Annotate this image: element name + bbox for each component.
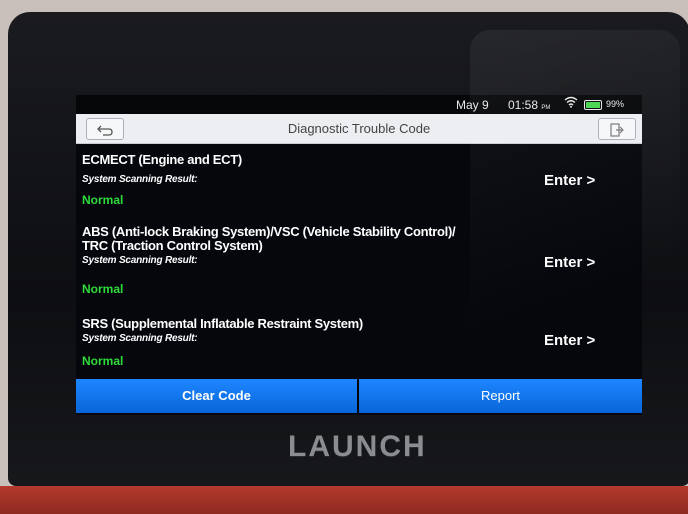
title-bar: Diagnostic Trouble Code [76,114,642,144]
launch-logo: LAUNCH [288,430,427,463]
enter-button[interactable]: Enter > [544,332,595,349]
exit-icon [610,121,624,137]
scan-result-label: System Scanning Result: [82,174,198,185]
back-button[interactable] [86,118,124,140]
page-title: Diagnostic Trouble Code [287,121,431,136]
status-clock: 01:58 [508,98,539,112]
battery-fill [586,102,600,108]
list-item[interactable]: ABS (Anti-lock Braking System)/VSC (Vehi… [76,213,642,297]
device-red-base [0,486,688,514]
report-button[interactable]: Report [359,379,642,413]
system-list: ECMECT (Engine and ECT) System Scanning … [76,143,642,378]
battery-icon [584,100,602,110]
exit-button[interactable] [598,118,636,140]
battery-percent: 99% [606,99,625,109]
scan-result-status: Normal [82,193,124,207]
scan-result-status: Normal [82,354,124,368]
system-name: SRS (Supplemental Inflatable Restraint S… [82,316,363,331]
system-name-line2: TRC (Traction Control System) [82,238,263,253]
list-item[interactable]: ECMECT (Engine and ECT) System Scanning … [76,143,642,211]
back-arrow-icon [97,121,113,137]
scan-result-label: System Scanning Result: [82,255,198,266]
clear-code-button[interactable]: Clear Code [76,379,357,413]
scan-result-label: System Scanning Result: [82,333,198,344]
list-item[interactable]: SRS (Supplemental Inflatable Restraint S… [76,295,642,377]
scan-result-status: Normal [82,282,124,296]
status-bar: May 9 01:58 PM 99% [76,95,642,114]
enter-button[interactable]: Enter > [544,172,595,189]
screen: May 9 01:58 PM 99% Diagnostic Trouble Co… [76,95,642,415]
status-date: May 9 [456,98,489,112]
system-name: ECMECT (Engine and ECT) [82,152,242,167]
wifi-icon [564,96,578,111]
system-name-line1: ABS (Anti-lock Braking System)/VSC (Vehi… [82,224,456,239]
status-time: 01:58 PM [508,98,550,112]
status-ampm: PM [541,105,551,111]
bottom-bar: Clear Code Report [76,379,642,415]
enter-button[interactable]: Enter > [544,254,595,271]
